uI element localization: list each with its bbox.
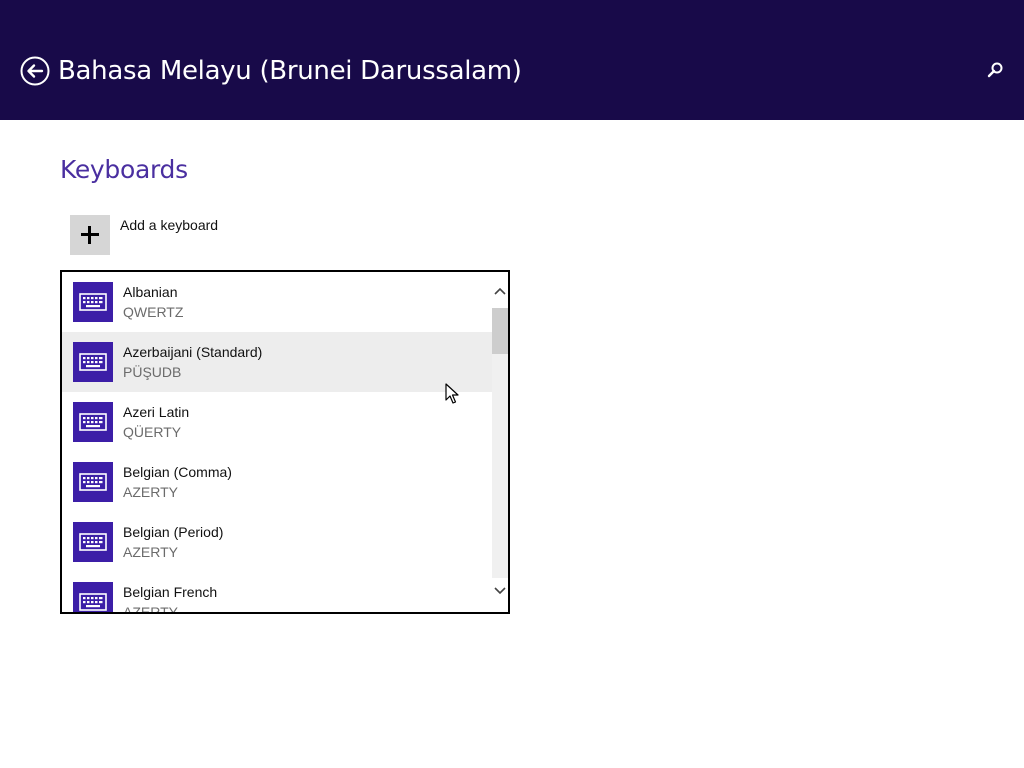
scroll-track[interactable] <box>492 308 508 578</box>
keyboard-name: Belgian (Comma) <box>123 464 232 480</box>
keyboard-name: Belgian (Period) <box>123 524 224 540</box>
keyboard-icon <box>79 293 107 311</box>
back-button[interactable] <box>20 56 50 86</box>
app-header: Bahasa Melayu (Brunei Darussalam) <box>0 0 1024 120</box>
page-title: Bahasa Melayu (Brunei Darussalam) <box>58 56 522 86</box>
keyboard-icon <box>79 593 107 611</box>
keyboard-tile <box>73 282 113 322</box>
list-scrollbar[interactable] <box>492 272 508 612</box>
keyboard-list-item[interactable]: Azerbaijani (Standard) PÜŞUDB <box>62 332 492 392</box>
keyboard-tile <box>73 342 113 382</box>
plus-icon <box>70 215 110 255</box>
keyboard-layout: PÜŞUDB <box>123 364 182 380</box>
keyboard-list-item[interactable]: Albanian QWERTZ <box>62 272 492 332</box>
scroll-up-button[interactable] <box>492 282 508 302</box>
chevron-up-icon <box>494 287 506 295</box>
keyboard-list[interactable]: Albanian QWERTZ Azerbaijani (Standard) PÜŞU… <box>60 270 510 614</box>
keyboard-name: Azeri Latin <box>123 404 190 420</box>
keyboard-layout: QÜERTY <box>123 424 182 440</box>
add-keyboard-button[interactable]: Add a keyboard <box>70 215 218 255</box>
keyboard-layout: AZERTY <box>123 484 178 500</box>
keyboard-layout: AZERTY <box>123 604 178 614</box>
scroll-thumb[interactable] <box>492 308 508 354</box>
chevron-down-icon <box>494 587 506 595</box>
keyboard-name: Belgian French <box>123 584 218 600</box>
keyboard-list-item[interactable]: Belgian (Period) AZERTY <box>62 512 492 572</box>
keyboard-list-item[interactable]: Azeri Latin QÜERTY <box>62 392 492 452</box>
keyboard-tile <box>73 462 113 502</box>
search-icon <box>987 62 1003 78</box>
keyboard-list-item[interactable]: Belgian (Comma) AZERTY <box>62 452 492 512</box>
keyboard-name: Albanian <box>123 284 178 300</box>
keyboard-icon <box>79 353 107 371</box>
keyboard-icon <box>79 473 107 491</box>
keyboard-layout: AZERTY <box>123 544 178 560</box>
section-title-keyboards: Keyboards <box>60 155 188 184</box>
keyboard-icon <box>79 533 107 551</box>
keyboard-layout: QWERTZ <box>123 304 184 320</box>
back-arrow-circle-icon <box>20 56 50 86</box>
keyboard-icon <box>79 413 107 431</box>
add-keyboard-label: Add a keyboard <box>120 217 219 233</box>
keyboard-tile <box>73 582 113 612</box>
keyboard-tile <box>73 402 113 442</box>
search-button[interactable] <box>984 60 1006 82</box>
keyboard-name: Azerbaijani (Standard) <box>123 344 263 360</box>
scroll-down-button[interactable] <box>492 580 508 600</box>
keyboard-tile <box>73 522 113 562</box>
keyboard-list-item[interactable]: Belgian French AZERTY <box>62 572 492 614</box>
